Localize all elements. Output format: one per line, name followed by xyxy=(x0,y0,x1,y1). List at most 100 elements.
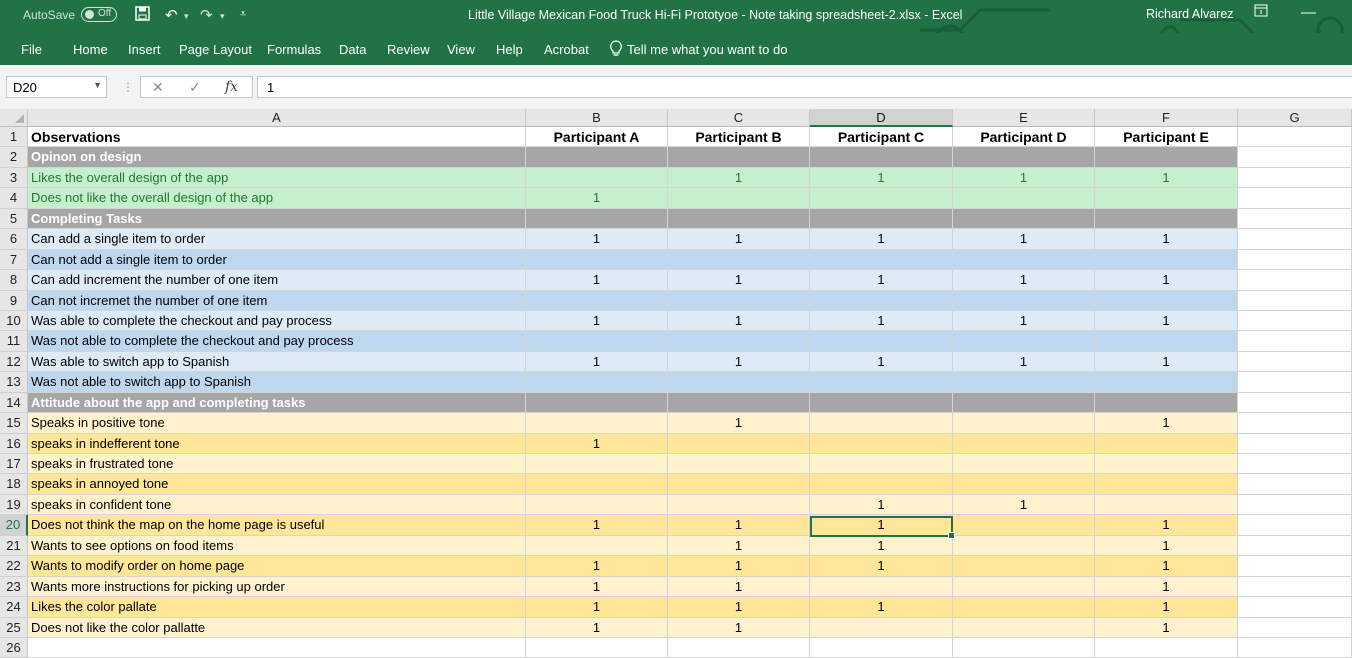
cell-c24[interactable]: 1 xyxy=(668,597,810,618)
row-header[interactable]: 2 xyxy=(0,147,28,168)
undo-dropdown-icon[interactable]: ▾ xyxy=(184,11,189,22)
cell-e11[interactable] xyxy=(953,331,1095,352)
cell-f3[interactable]: 1 xyxy=(1095,167,1238,189)
cell-b1[interactable]: Participant A xyxy=(526,127,668,148)
cell-a1[interactable]: Observations xyxy=(28,127,526,148)
cell-e9[interactable] xyxy=(953,290,1095,311)
cell-b20[interactable]: 1 xyxy=(526,515,668,536)
select-all-corner[interactable] xyxy=(0,109,28,127)
cell-b11[interactable] xyxy=(526,331,668,352)
tab-page-layout[interactable]: Page Layout xyxy=(179,42,252,57)
cell-g20[interactable] xyxy=(1238,515,1352,536)
undo-icon[interactable]: ↶ xyxy=(165,6,178,24)
cell-d12[interactable]: 1 xyxy=(810,351,953,373)
cell-b8[interactable]: 1 xyxy=(526,270,668,291)
cell-b9[interactable] xyxy=(526,290,668,311)
cell-a2[interactable]: Opinon on design xyxy=(28,147,526,168)
cell-d11[interactable] xyxy=(810,331,953,352)
cell-e24[interactable] xyxy=(953,597,1095,618)
cell-a7[interactable]: Can not add a single item to order xyxy=(28,249,526,271)
cell-b12[interactable]: 1 xyxy=(526,351,668,373)
cell-d1[interactable]: Participant C xyxy=(810,127,953,148)
cell-g1[interactable] xyxy=(1238,127,1352,148)
cell-d21[interactable]: 1 xyxy=(810,535,953,557)
tab-data[interactable]: Data xyxy=(339,42,366,57)
cell-f16[interactable] xyxy=(1095,433,1238,454)
cell-a19[interactable]: speaks in confident tone xyxy=(28,494,526,516)
cell-g2[interactable] xyxy=(1238,147,1352,168)
cell-f7[interactable] xyxy=(1095,249,1238,271)
row-header[interactable]: 24 xyxy=(0,597,28,618)
tab-insert[interactable]: Insert xyxy=(128,42,161,57)
cell-a18[interactable]: speaks in annoyed tone xyxy=(28,474,526,495)
cell-g26[interactable] xyxy=(1238,637,1352,658)
redo-dropdown-icon[interactable]: ▾ xyxy=(220,11,225,22)
cell-d14[interactable] xyxy=(810,392,953,414)
cell-e13[interactable] xyxy=(953,372,1095,393)
cell-g23[interactable] xyxy=(1238,576,1352,598)
cell-c21[interactable]: 1 xyxy=(668,535,810,557)
cell-d26[interactable] xyxy=(810,637,953,658)
cell-a24[interactable]: Likes the color pallate xyxy=(28,597,526,618)
cell-f17[interactable] xyxy=(1095,454,1238,475)
row-header[interactable]: 19 xyxy=(0,494,28,516)
cell-a10[interactable]: Was able to complete the checkout and pa… xyxy=(28,310,526,332)
cell-f4[interactable] xyxy=(1095,188,1238,209)
cell-f24[interactable]: 1 xyxy=(1095,597,1238,618)
cell-a17[interactable]: speaks in frustrated tone xyxy=(28,454,526,475)
cell-a20[interactable]: Does not think the map on the home page … xyxy=(28,515,526,536)
cell-b15[interactable] xyxy=(526,413,668,434)
cell-a5[interactable]: Completing Tasks xyxy=(28,208,526,230)
cell-c7[interactable] xyxy=(668,249,810,271)
cell-d19[interactable]: 1 xyxy=(810,494,953,516)
cell-c8[interactable]: 1 xyxy=(668,270,810,291)
cell-b24[interactable]: 1 xyxy=(526,597,668,618)
tab-acrobat[interactable]: Acrobat xyxy=(544,42,589,57)
cell-g17[interactable] xyxy=(1238,454,1352,475)
cell-e19[interactable]: 1 xyxy=(953,494,1095,516)
chevron-down-icon[interactable]: ▼ xyxy=(93,80,102,90)
cell-d2[interactable] xyxy=(810,147,953,168)
cell-a22[interactable]: Wants to modify order on home page xyxy=(28,556,526,577)
cell-d15[interactable] xyxy=(810,413,953,434)
cell-c22[interactable]: 1 xyxy=(668,556,810,577)
cell-g6[interactable] xyxy=(1238,229,1352,250)
row-header[interactable]: 7 xyxy=(0,249,28,271)
cell-g25[interactable] xyxy=(1238,617,1352,638)
cell-f1[interactable]: Participant E xyxy=(1095,127,1238,148)
cell-b21[interactable] xyxy=(526,535,668,557)
column-header-d[interactable]: D xyxy=(810,109,953,127)
row-header[interactable]: 9 xyxy=(0,290,28,311)
cell-f18[interactable] xyxy=(1095,474,1238,495)
cell-c26[interactable] xyxy=(668,637,810,658)
row-header[interactable]: 23 xyxy=(0,576,28,598)
cell-a4[interactable]: Does not like the overall design of the … xyxy=(28,188,526,209)
cell-f6[interactable]: 1 xyxy=(1095,229,1238,250)
cell-g11[interactable] xyxy=(1238,331,1352,352)
cell-b4[interactable]: 1 xyxy=(526,188,668,209)
cell-g4[interactable] xyxy=(1238,188,1352,209)
cell-e3[interactable]: 1 xyxy=(953,167,1095,189)
row-header[interactable]: 14 xyxy=(0,392,28,414)
cell-b25[interactable]: 1 xyxy=(526,617,668,638)
cell-f5[interactable] xyxy=(1095,208,1238,230)
cell-d22[interactable]: 1 xyxy=(810,556,953,577)
cell-e17[interactable] xyxy=(953,454,1095,475)
cell-a15[interactable]: Speaks in positive tone xyxy=(28,413,526,434)
cell-b2[interactable] xyxy=(526,147,668,168)
cell-e12[interactable]: 1 xyxy=(953,351,1095,373)
cell-f13[interactable] xyxy=(1095,372,1238,393)
row-header[interactable]: 8 xyxy=(0,270,28,291)
cell-c25[interactable]: 1 xyxy=(668,617,810,638)
cell-g24[interactable] xyxy=(1238,597,1352,618)
cell-f26[interactable] xyxy=(1095,637,1238,658)
row-header[interactable]: 21 xyxy=(0,535,28,557)
cell-c18[interactable] xyxy=(668,474,810,495)
cell-c12[interactable]: 1 xyxy=(668,351,810,373)
row-header[interactable]: 18 xyxy=(0,474,28,495)
cell-b19[interactable] xyxy=(526,494,668,516)
row-header[interactable]: 5 xyxy=(0,208,28,230)
cell-b18[interactable] xyxy=(526,474,668,495)
cell-b5[interactable] xyxy=(526,208,668,230)
cell-g3[interactable] xyxy=(1238,167,1352,189)
